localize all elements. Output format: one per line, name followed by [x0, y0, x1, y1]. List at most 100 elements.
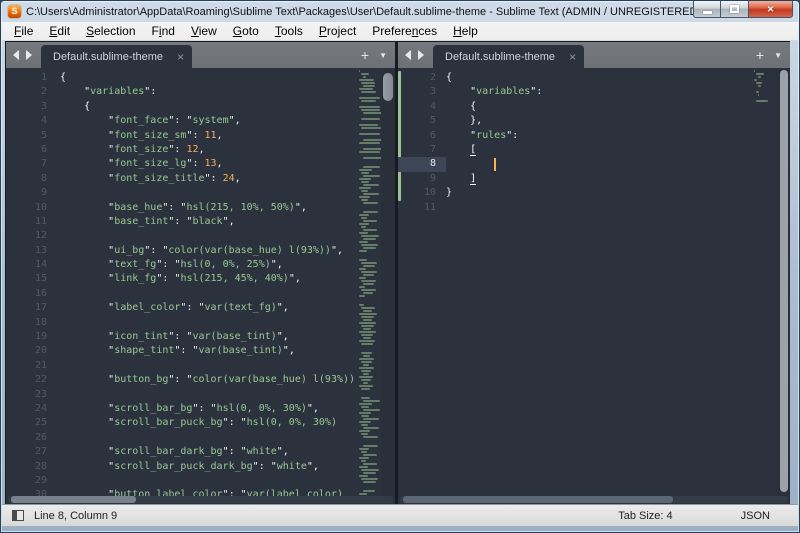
new-tab-icon[interactable]: +: [756, 48, 764, 62]
horizontal-scrollbar-right[interactable]: [400, 496, 788, 503]
new-tab-icon[interactable]: +: [361, 48, 369, 62]
hscroll-puck-right[interactable]: [403, 496, 673, 503]
minimap-row: [758, 94, 759, 96]
line-number: 16: [6, 287, 60, 301]
minimap-row: [359, 385, 373, 387]
minimap-row: [363, 472, 376, 474]
tab-title: Default.sublime-theme: [445, 51, 555, 63]
code-line: [60, 431, 357, 445]
menu-selection[interactable]: Selection: [78, 22, 143, 40]
minimap-row: [361, 388, 370, 390]
title-bar[interactable]: S C:\Users\Administrator\AppData\Roaming…: [1, 1, 799, 22]
line-number: 26: [6, 431, 60, 445]
tab-overflow-icon[interactable]: ▼: [379, 51, 387, 60]
minimize-button[interactable]: [693, 1, 721, 18]
minimap-row: [359, 133, 380, 135]
tab-size-indicator[interactable]: Tab Size: 4: [618, 510, 672, 522]
menu-file[interactable]: File: [6, 22, 41, 40]
line-number: 17: [6, 301, 60, 315]
minimap-row: [359, 142, 380, 144]
menu-help[interactable]: Help: [445, 22, 486, 40]
code-line: "font_size": 12,: [60, 143, 357, 157]
tab-prev-icon[interactable]: [13, 50, 19, 60]
line-number: 28: [6, 460, 60, 474]
vscroll-puck-right[interactable]: [780, 70, 788, 492]
tab-next-icon[interactable]: [418, 50, 424, 60]
tab-next-icon[interactable]: [26, 50, 32, 60]
minimap-left[interactable]: [357, 70, 381, 496]
minimap-row: [363, 229, 377, 231]
code-line: "link_fg": "hsl(215, 45%, 40%)",: [60, 272, 357, 286]
menu-preferences[interactable]: Preferences: [364, 22, 445, 40]
editor-left[interactable]: 1234567891011121314151617181920212223242…: [6, 68, 395, 504]
minimap-row: [756, 100, 768, 102]
menu-view[interactable]: View: [183, 22, 225, 40]
minimap-row: [363, 157, 381, 159]
minimap-row: [361, 460, 366, 462]
maximize-button[interactable]: [721, 1, 748, 18]
tab-overflow-icon[interactable]: ▼: [774, 51, 782, 60]
minimap-row: [363, 220, 377, 222]
vscroll-puck-left[interactable]: [383, 73, 393, 101]
minimap-row: [363, 373, 369, 375]
code-line: "text_fg": "hsl(0, 0%, 25%)",: [60, 258, 357, 272]
code-line: [60, 316, 357, 330]
minimap-row: [359, 259, 367, 261]
close-button[interactable]: ✕: [748, 1, 793, 18]
line-number: 22: [6, 373, 60, 387]
vertical-scrollbar-right[interactable]: [776, 68, 790, 496]
tab-prev-icon[interactable]: [405, 50, 411, 60]
cursor-position: Line 8, Column 9: [34, 510, 117, 522]
minimap-row: [363, 445, 378, 447]
horizontal-scrollbar-left[interactable]: [8, 496, 393, 503]
line-number: 13: [6, 244, 60, 258]
minimap-row: [361, 478, 378, 480]
window-title: C:\Users\Administrator\AppData\Roaming\S…: [26, 6, 693, 18]
minimap-row: [361, 91, 376, 93]
sublime-logo-icon: S: [8, 5, 21, 18]
minimap-row: [359, 151, 380, 153]
code-line: [60, 388, 357, 402]
code-line: "icon_tint": "var(base_tint)",: [60, 330, 357, 344]
minimap-row: [363, 409, 380, 411]
menu-edit[interactable]: Edit: [41, 22, 78, 40]
menu-find[interactable]: Find: [144, 22, 183, 40]
minimap-row: [361, 181, 369, 183]
minimap-row: [363, 319, 372, 321]
code-line: ]: [446, 172, 752, 186]
code-right[interactable]: { "variables": { }, "rules": [ ]}: [446, 71, 752, 496]
menu-project[interactable]: Project: [311, 22, 364, 40]
menu-goto[interactable]: Goto: [225, 22, 267, 40]
panel-switcher-icon[interactable]: [12, 510, 24, 521]
minimap-right[interactable]: [752, 70, 776, 496]
minimap-row: [363, 355, 370, 357]
minimap-row: [361, 127, 381, 129]
tab-default-sublime-theme[interactable]: Default.sublime-theme ×: [41, 45, 192, 68]
minimap-row: [363, 184, 379, 186]
tab-bar-left: Default.sublime-theme × + ▼: [6, 42, 395, 68]
tab-close-icon[interactable]: ×: [177, 52, 184, 62]
line-number: 9: [398, 172, 446, 186]
menu-tools[interactable]: Tools: [267, 22, 311, 40]
hscroll-puck-left[interactable]: [11, 496, 136, 503]
minimap-row: [359, 214, 369, 216]
line-number: 29: [6, 474, 60, 488]
minimap-row: [361, 325, 374, 327]
line-number: 4: [6, 114, 60, 128]
app-window: S C:\Users\Administrator\AppData\Roaming…: [0, 0, 800, 533]
minimap-row: [758, 85, 761, 87]
code-line: "font_size_lg": 13,: [60, 157, 357, 171]
minimap-row: [361, 415, 369, 417]
tab-close-icon[interactable]: ×: [569, 52, 576, 62]
line-number: 5: [6, 129, 60, 143]
minimap-row: [359, 232, 368, 234]
code-line: "font_size_title": 24,: [60, 172, 357, 186]
code-line: [446, 201, 752, 215]
code-left[interactable]: { "variables": { "font_face": "system", …: [60, 71, 357, 496]
minimap-row: [361, 82, 375, 84]
tab-default-sublime-theme[interactable]: Default.sublime-theme ×: [433, 45, 584, 68]
editor-right[interactable]: 234567891011 { "variables": { }, "rules"…: [398, 68, 790, 504]
vertical-scrollbar-left[interactable]: [381, 68, 395, 496]
syntax-indicator[interactable]: JSON: [741, 510, 770, 522]
line-number: 15: [6, 272, 60, 286]
